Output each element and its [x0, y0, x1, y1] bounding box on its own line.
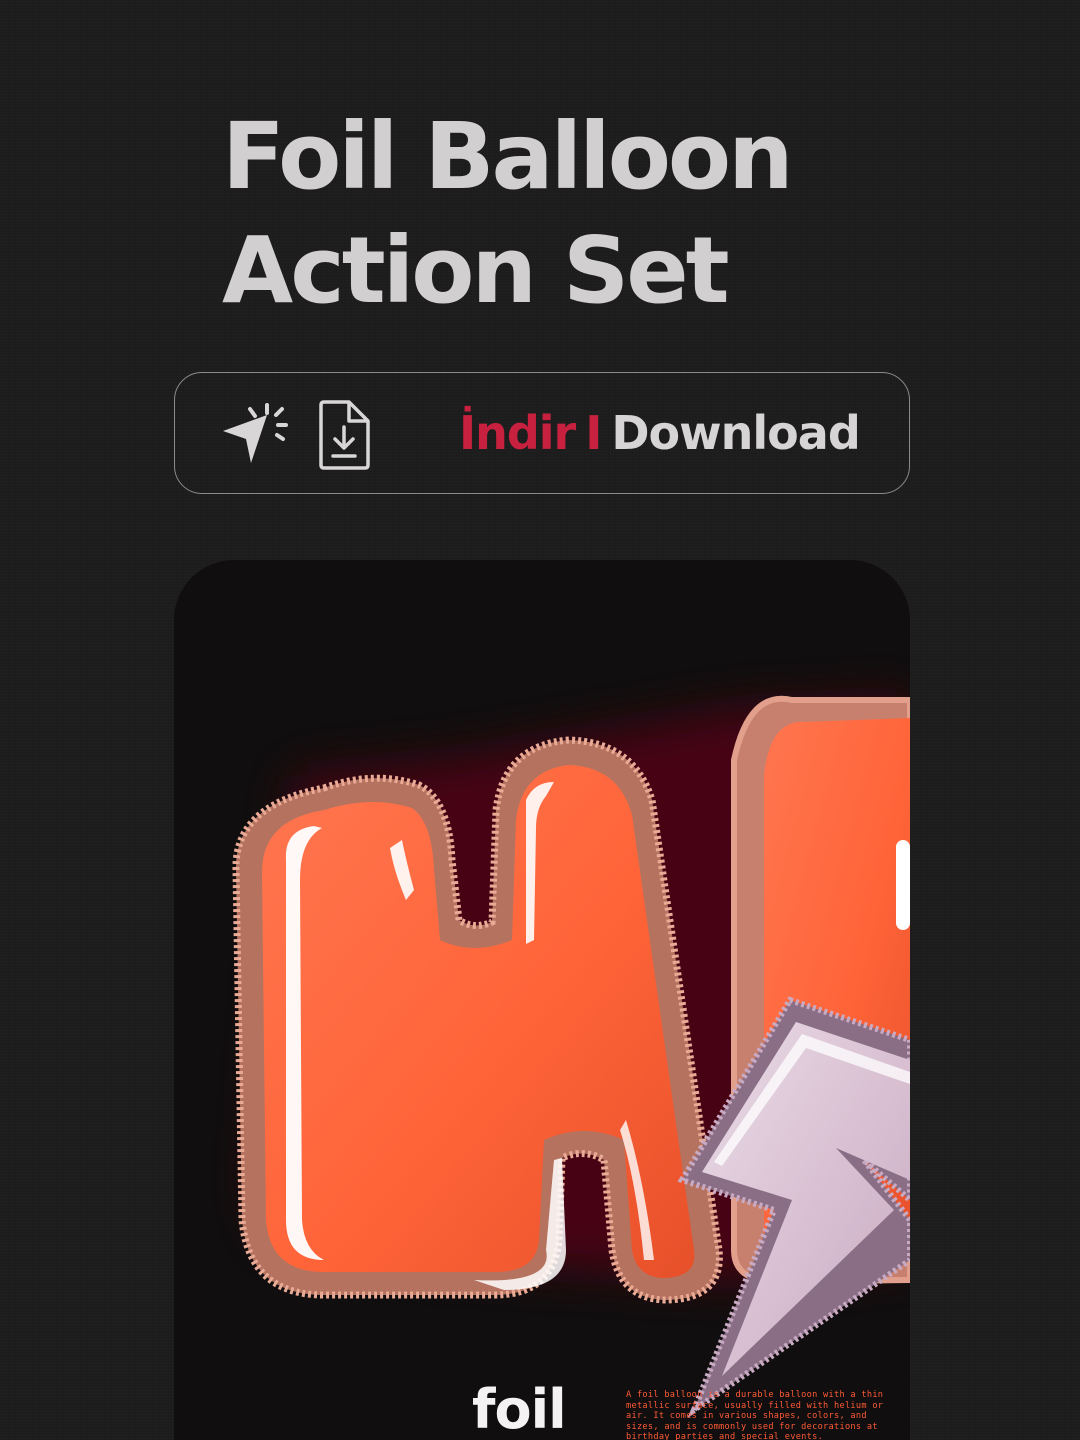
download-label[interactable]: İndir I Download: [459, 403, 861, 463]
preview-card: foil A foil balloon is a durable balloon…: [174, 560, 910, 1440]
download-separator: I: [585, 406, 602, 460]
page-title: Foil Balloon Action Set: [222, 100, 794, 328]
download-button[interactable]: İndir I Download: [174, 372, 910, 494]
preview-description: A foil balloon is a durable balloon with…: [626, 1390, 884, 1440]
file-download-icon: [319, 400, 370, 470]
download-label-tr: İndir: [459, 406, 576, 460]
cursor-click-icon: [223, 403, 288, 463]
title-line-1: Foil Balloon: [222, 103, 794, 210]
download-label-en: Download: [611, 406, 860, 460]
brand-wordmark: foil: [472, 1378, 567, 1440]
balloon-artwork: [232, 695, 910, 1419]
title-line-2: Action Set: [222, 217, 730, 324]
